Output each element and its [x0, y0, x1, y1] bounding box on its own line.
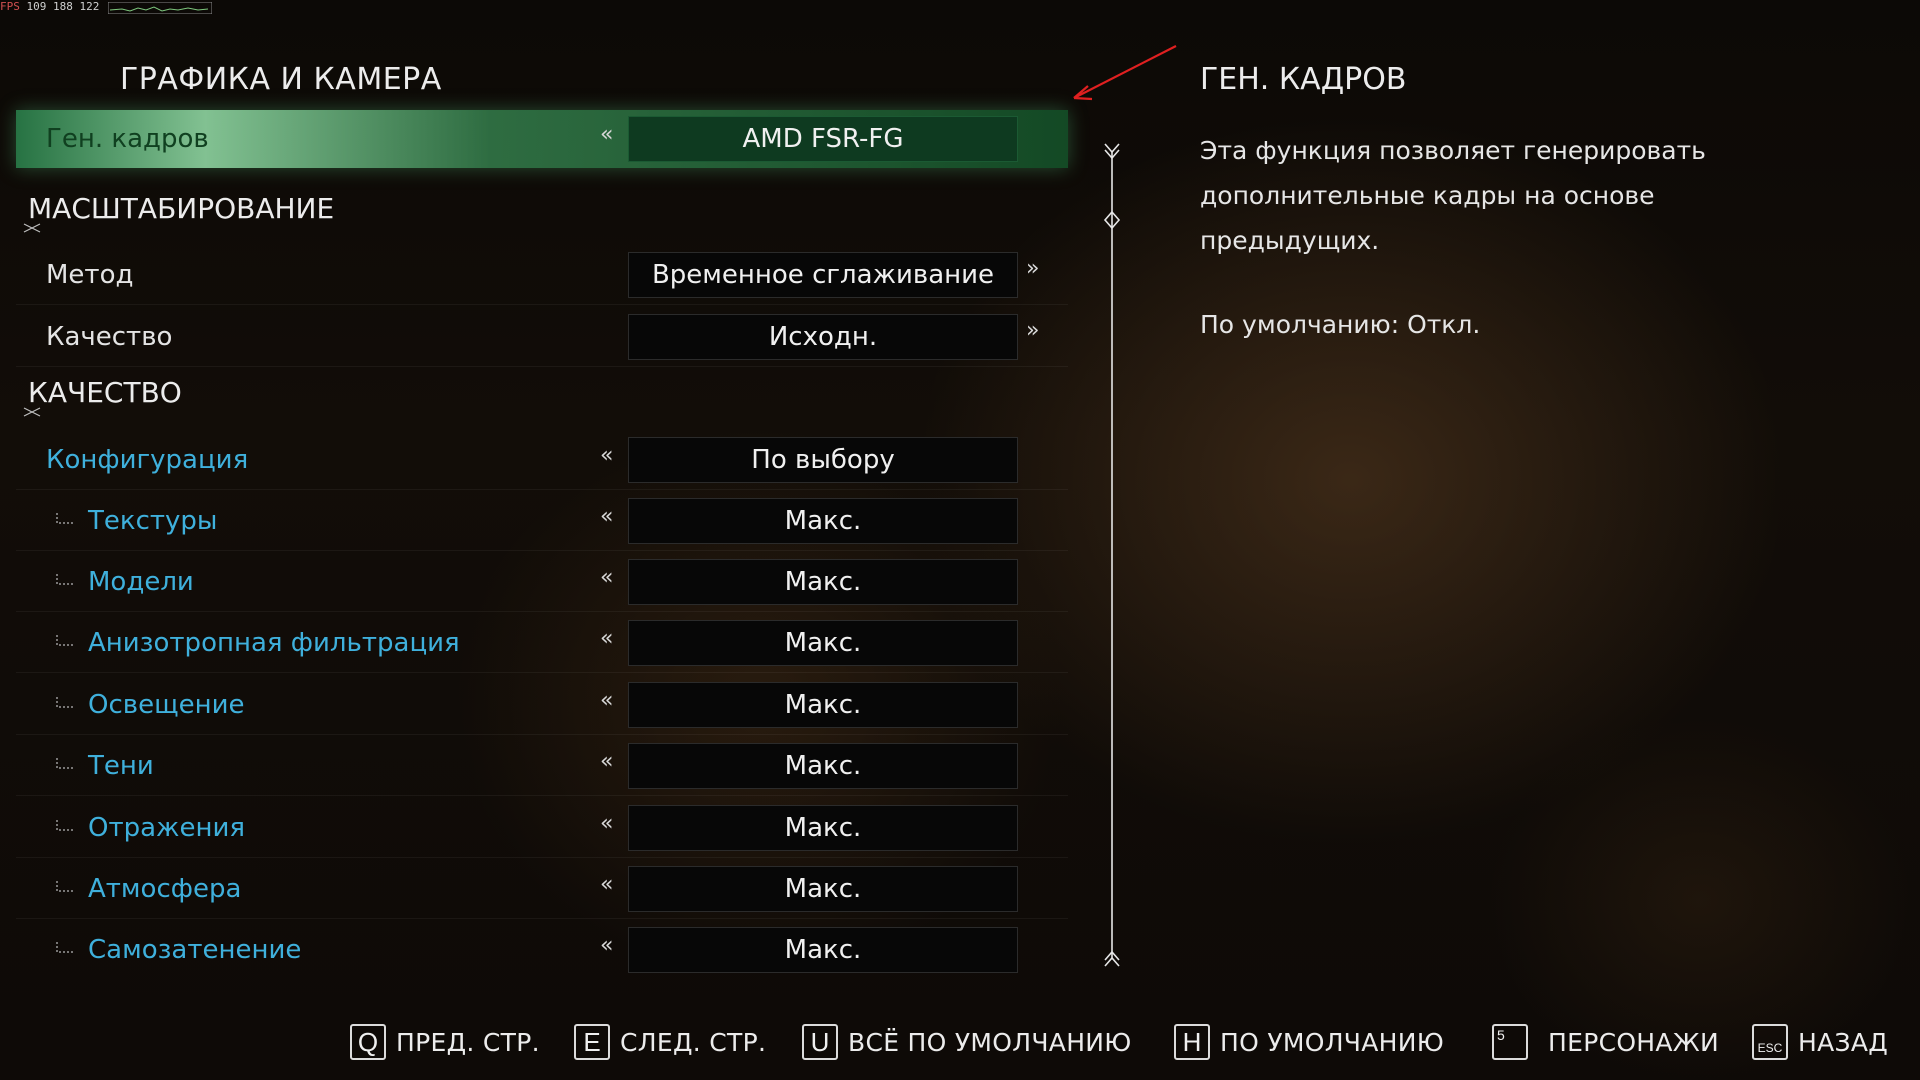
- back-button[interactable]: ESC НАЗАД: [1752, 1024, 1888, 1060]
- arrow-left-double-icon[interactable]: «: [600, 504, 613, 529]
- tree-branch-icon: [56, 942, 74, 953]
- arrow-right-double-icon[interactable]: »: [1026, 318, 1039, 343]
- category-header-scaling: МАСШТАБИРОВАНИЕ: [28, 192, 335, 225]
- category-divider: [23, 223, 462, 233]
- setting-row-scaling-quality[interactable]: Качество Исходн. »: [16, 308, 1068, 367]
- fps-label: FPS: [0, 0, 20, 13]
- tree-branch-icon: [56, 697, 74, 708]
- setting-label: Текстуры: [88, 506, 218, 536]
- setting-value: AMD FSR-FG: [628, 116, 1018, 162]
- setting-value: Макс.: [628, 559, 1018, 605]
- setting-label: Тени: [88, 751, 154, 781]
- setting-label: Ген. кадров: [46, 124, 209, 154]
- key-q-icon: Q: [350, 1024, 386, 1060]
- arrow-left-double-icon[interactable]: «: [600, 933, 613, 958]
- prev-page-label: ПРЕД. СТР.: [396, 1027, 540, 1057]
- setting-row-reflections[interactable]: Отражения « Макс.: [16, 799, 1068, 858]
- scrollbar-ornament-icon: [1103, 143, 1121, 967]
- reset-label: ПО УМОЛЧАНИЮ: [1220, 1027, 1445, 1057]
- arrow-left-double-icon[interactable]: «: [600, 122, 613, 147]
- tree-branch-icon: [56, 881, 74, 892]
- reset-all-label: ВСЁ ПО УМОЛЧАНИЮ: [848, 1027, 1132, 1057]
- setting-label: Конфигурация: [46, 445, 249, 475]
- tree-branch-icon: [56, 574, 74, 585]
- arrow-left-double-icon[interactable]: «: [600, 749, 613, 774]
- setting-row-aniso[interactable]: Анизотропная фильтрация « Макс.: [16, 614, 1068, 673]
- characters-label: ПЕРСОНАЖИ: [1548, 1027, 1720, 1057]
- back-label: НАЗАД: [1798, 1027, 1889, 1057]
- page-title: ГРАФИКА И КАМЕРА: [120, 62, 442, 97]
- reset-button[interactable]: H ПО УМОЛЧАНИЮ: [1174, 1024, 1444, 1060]
- arrow-left-double-icon[interactable]: «: [600, 565, 613, 590]
- setting-value: Макс.: [628, 743, 1018, 789]
- category-divider: [23, 407, 462, 417]
- setting-value: Макс.: [628, 927, 1018, 973]
- arrow-left-double-icon[interactable]: «: [600, 443, 613, 468]
- setting-value: Макс.: [628, 498, 1018, 544]
- setting-value: По выбору: [628, 437, 1018, 483]
- tree-branch-icon: [56, 820, 74, 831]
- setting-value: Макс.: [628, 682, 1018, 728]
- setting-row-textures[interactable]: Текстуры « Макс.: [16, 492, 1068, 551]
- setting-value: Исходн.: [628, 314, 1018, 360]
- tree-branch-icon: [56, 758, 74, 769]
- scrollbar[interactable]: [1100, 140, 1124, 972]
- footer-bar: Q ПРЕД. СТР. E СЛЕД. СТР. U ВСЁ ПО УМОЛЧ…: [0, 1010, 1920, 1080]
- tree-branch-icon: [56, 635, 74, 646]
- arrow-left-double-icon[interactable]: «: [600, 811, 613, 836]
- key-5-icon: 5: [1492, 1024, 1528, 1060]
- setting-row-atmosphere[interactable]: Атмосфера « Макс.: [16, 860, 1068, 919]
- characters-button[interactable]: 5 ПЕРСОНАЖИ: [1492, 1024, 1719, 1060]
- key-e-icon: E: [574, 1024, 610, 1060]
- setting-label: Освещение: [88, 690, 245, 720]
- setting-label: Самозатенение: [88, 935, 302, 965]
- setting-row-method[interactable]: Метод Временное сглаживание »: [16, 246, 1068, 305]
- setting-row-frame-gen[interactable]: Ген. кадров « AMD FSR-FG: [16, 110, 1068, 168]
- fps-overlay: FPS 109 188 122: [0, 0, 99, 13]
- key-u-icon: U: [802, 1024, 838, 1060]
- setting-label: Метод: [46, 260, 134, 290]
- tree-branch-icon: [56, 513, 74, 524]
- setting-label: Качество: [46, 322, 173, 352]
- setting-row-config[interactable]: Конфигурация « По выбору: [16, 431, 1068, 490]
- arrow-left-double-icon[interactable]: «: [600, 688, 613, 713]
- help-default-value: По умолчанию: Откл.: [1200, 310, 1481, 339]
- arrow-left-double-icon[interactable]: «: [600, 872, 613, 897]
- key-h-icon: H: [1174, 1024, 1210, 1060]
- setting-row-shadows[interactable]: Тени « Макс.: [16, 737, 1068, 796]
- setting-row-models[interactable]: Модели « Макс.: [16, 553, 1068, 612]
- setting-value: Временное сглаживание: [628, 252, 1018, 298]
- next-page-label: СЛЕД. СТР.: [620, 1027, 767, 1057]
- setting-value: Макс.: [628, 805, 1018, 851]
- next-page-button[interactable]: E СЛЕД. СТР.: [574, 1024, 766, 1060]
- setting-value: Макс.: [628, 866, 1018, 912]
- setting-row-self-shadow[interactable]: Самозатенение « Макс.: [16, 921, 1068, 979]
- setting-label: Атмосфера: [88, 874, 242, 904]
- setting-value: Макс.: [628, 620, 1018, 666]
- setting-label: Модели: [88, 567, 194, 597]
- help-description: Эта функция позволяет генерировать допол…: [1200, 136, 1706, 255]
- setting-label: Отражения: [88, 813, 246, 843]
- fps-values: 109 188 122: [26, 0, 100, 13]
- arrow-right-double-icon[interactable]: »: [1026, 256, 1039, 281]
- arrow-left-double-icon[interactable]: «: [600, 626, 613, 651]
- setting-label: Анизотропная фильтрация: [88, 628, 460, 658]
- fps-graph-icon: [108, 2, 212, 14]
- key-esc-icon: ESC: [1752, 1024, 1788, 1060]
- reset-all-button[interactable]: U ВСЁ ПО УМОЛЧАНИЮ: [802, 1024, 1132, 1060]
- red-annotation-arrow-icon: [1073, 45, 1177, 101]
- help-title: ГЕН. КАДРОВ: [1200, 62, 1407, 97]
- category-header-quality: КАЧЕСТВО: [28, 376, 182, 409]
- setting-row-lighting[interactable]: Освещение « Макс.: [16, 676, 1068, 735]
- prev-page-button[interactable]: Q ПРЕД. СТР.: [350, 1024, 540, 1060]
